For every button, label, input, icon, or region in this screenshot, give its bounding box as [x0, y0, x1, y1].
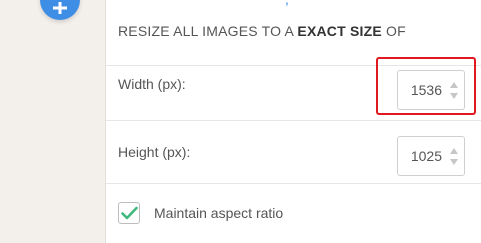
resize-mode-heading: RESIZE ALL IMAGES TO A EXACT SIZE OF — [118, 23, 406, 39]
width-label: Width (px): — [118, 76, 186, 92]
width-row: Width (px): 1536 — [106, 65, 481, 121]
maintain-aspect-checkbox[interactable] — [118, 202, 140, 224]
width-input[interactable]: 1536 — [397, 70, 465, 110]
add-icon — [53, 2, 67, 14]
left-rail — [0, 0, 106, 243]
aspect-ratio-row: Maintain aspect ratio — [106, 184, 481, 243]
heading-prefix: RESIZE ALL IMAGES TO A — [118, 23, 298, 39]
spin-down-icon[interactable] — [450, 93, 458, 99]
spin-up-icon[interactable] — [450, 82, 458, 88]
height-label: Height (px): — [118, 144, 191, 160]
heading-emphasis: EXACT SIZE — [297, 23, 382, 39]
spin-up-icon[interactable] — [450, 148, 458, 154]
spin-down-icon[interactable] — [450, 159, 458, 165]
add-images-button[interactable] — [40, 0, 80, 20]
checkmark-icon — [121, 206, 138, 220]
resize-mode-header: RESIZE ALL IMAGES TO A EXACT SIZE OF — [106, 0, 481, 66]
width-value: 1536 — [410, 82, 442, 98]
maintain-aspect-label: Maintain aspect ratio — [154, 205, 284, 221]
resize-options-panel: , RESIZE ALL IMAGES TO A EXACT SIZE OF W… — [106, 0, 481, 243]
height-row: Height (px): 1025 — [106, 121, 481, 184]
height-input[interactable]: 1025 — [397, 136, 465, 176]
height-value: 1025 — [410, 148, 442, 164]
heading-suffix: OF — [381, 23, 406, 39]
